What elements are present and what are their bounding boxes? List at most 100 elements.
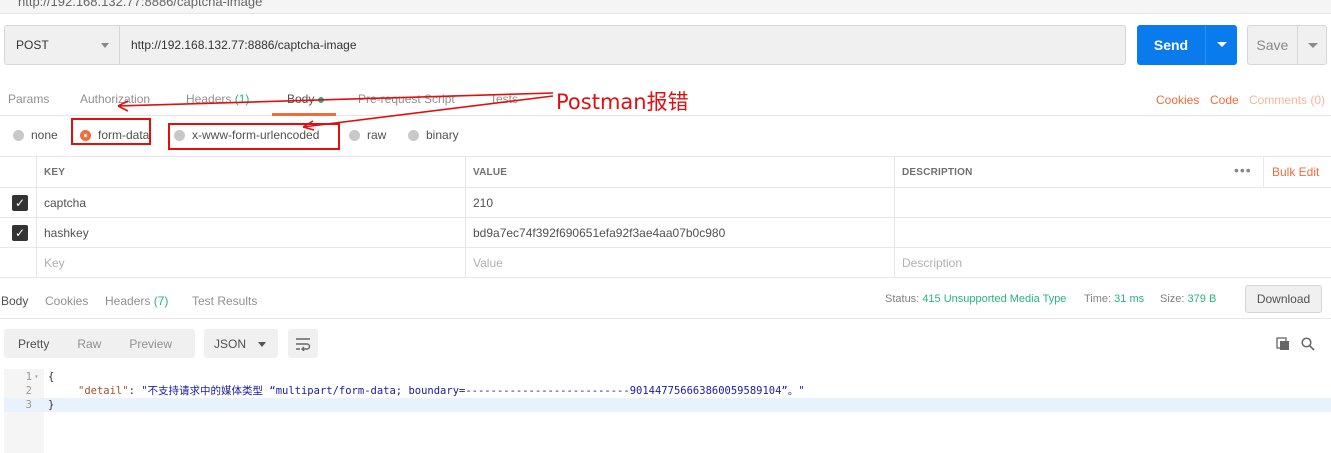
tab-body[interactable]: Body: [287, 92, 325, 106]
checkbox-checked-icon[interactable]: ✓: [12, 224, 28, 241]
response-tabs: Body Cookies Headers (7) Test Results St…: [0, 283, 1331, 319]
status-value: 415 Unsupported Media Type: [922, 293, 1067, 305]
response-body-editor[interactable]: 1 ▾ { 2 "detail": "不支持请求中的媒体类型 “multipar…: [0, 369, 1331, 453]
time-value: 31 ms: [1114, 293, 1145, 305]
method-select[interactable]: POST: [4, 25, 119, 65]
save-button[interactable]: Save: [1247, 25, 1327, 65]
checkbox-column-header: [0, 157, 36, 187]
send-dropdown-button[interactable]: [1205, 25, 1237, 65]
tab-label: Headers: [105, 294, 151, 308]
code-text: }: [48, 399, 55, 411]
table-row-new: Key Value Description: [0, 248, 1331, 278]
line-number: 1: [25, 371, 32, 383]
chevron-down-icon: [101, 43, 109, 48]
tab-pre-request-script[interactable]: Pre-request Script: [358, 92, 455, 106]
key-cell[interactable]: captcha: [36, 188, 465, 217]
tab-headers[interactable]: Headers (1): [186, 92, 249, 106]
table-header: KEY VALUE DESCRIPTION ••• Bulk Edit: [0, 157, 1331, 188]
json-separator: :: [128, 385, 142, 397]
tab-label: Params: [8, 92, 50, 106]
chevron-down-icon: [1307, 43, 1318, 48]
view-mode-group: Pretty Raw Preview: [4, 329, 195, 358]
response-view-toolbar: Pretty Raw Preview JSON: [0, 319, 1331, 369]
save-dropdown-button[interactable]: [1296, 26, 1326, 64]
value-cell[interactable]: bd9a7ec74f392f690651efa92f3ae4aa07b0c980: [465, 218, 894, 247]
radio-label: raw: [367, 128, 387, 142]
response-tab-cookies[interactable]: Cookies: [45, 294, 88, 308]
url-text: http://192.168.132.77:8886/captcha-image: [131, 38, 357, 52]
tab-authorization[interactable]: Authorization: [80, 92, 150, 106]
key-cell[interactable]: hashkey: [36, 218, 465, 247]
tab-label: Authorization: [80, 92, 151, 106]
chevron-down-icon: [1217, 42, 1227, 47]
response-tab-body[interactable]: Body: [1, 294, 28, 308]
annotation-label: Postman报错: [556, 90, 689, 114]
code-link[interactable]: Code: [1210, 93, 1239, 107]
table-row: ✓ captcha 210: [0, 188, 1331, 218]
status-dot-icon: [318, 96, 325, 103]
json-key: "detail": [78, 385, 129, 397]
time-label: Time:: [1084, 293, 1112, 305]
send-label: Send: [1153, 37, 1189, 53]
send-button[interactable]: Send: [1137, 25, 1237, 65]
json-string-value: "不支持请求中的媒体类型 “multipart/form-data; bound…: [141, 385, 805, 397]
size-label: Size:: [1160, 293, 1185, 305]
code-line: 2 "detail": "不支持请求中的媒体类型 “multipart/form…: [4, 384, 1331, 398]
line-number: 2: [25, 385, 32, 397]
comments-link[interactable]: Comments (0): [1249, 93, 1325, 107]
download-button[interactable]: Download: [1245, 285, 1322, 313]
radio-circle-icon: [13, 129, 24, 141]
tab-tests[interactable]: Tests: [490, 92, 518, 106]
value-input[interactable]: Value: [465, 248, 894, 277]
headers-count: (7): [153, 294, 169, 308]
cookies-link[interactable]: Cookies: [1156, 93, 1199, 107]
search-icon[interactable]: [1301, 337, 1315, 351]
radio-none[interactable]: none: [13, 128, 58, 142]
url-input[interactable]: http://192.168.132.77:8886/captcha-image: [119, 25, 1126, 65]
row-checkbox-cell: ✓: [0, 218, 36, 247]
response-size: Size: 379 B: [1160, 293, 1216, 305]
save-label: Save: [1256, 37, 1289, 53]
description-cell[interactable]: [894, 188, 1331, 217]
radio-label: none: [31, 128, 58, 142]
radio-binary[interactable]: binary: [408, 128, 459, 142]
value-cell[interactable]: 210: [465, 188, 894, 217]
checkbox-checked-icon[interactable]: ✓: [12, 194, 28, 211]
format-select[interactable]: JSON: [204, 329, 278, 358]
more-options-icon[interactable]: •••: [1234, 163, 1252, 177]
view-raw[interactable]: Raw: [63, 337, 115, 351]
line-number: 3: [25, 399, 32, 411]
tab-label: Body: [287, 92, 315, 106]
description-input[interactable]: Description: [894, 248, 1331, 277]
wrap-lines-button[interactable]: [288, 329, 318, 358]
chevron-down-icon: [258, 342, 266, 347]
code-line: 1 ▾ {: [4, 370, 1331, 384]
format-label: JSON: [214, 336, 247, 351]
bulk-edit-link[interactable]: Bulk Edit: [1263, 157, 1319, 187]
method-label: POST: [16, 38, 49, 52]
row-checkbox-cell: ✓: [0, 188, 36, 217]
request-bar: POST http://192.168.132.77:8886/captcha-…: [4, 25, 1126, 65]
response-status: Status: 415 Unsupported Media Type: [885, 293, 1066, 305]
top-url-text: http://192.168.132.77:8886/captcha-image: [18, 0, 263, 9]
view-pretty[interactable]: Pretty: [4, 337, 63, 351]
radio-label: binary: [426, 128, 459, 142]
tab-label: Pre-request Script: [358, 92, 455, 106]
tab-label: Headers: [186, 92, 232, 106]
response-tab-test-results[interactable]: Test Results: [192, 294, 257, 308]
radio-raw[interactable]: raw: [349, 128, 386, 142]
copy-icon[interactable]: [1276, 337, 1290, 351]
key-input[interactable]: Key: [36, 248, 465, 277]
annotation-box-form-data: [71, 118, 151, 145]
response-tab-headers[interactable]: Headers (7): [105, 294, 168, 308]
code-text: {: [48, 371, 55, 383]
tab-params[interactable]: Params: [8, 92, 49, 106]
size-value: 379 B: [1187, 293, 1217, 305]
view-preview[interactable]: Preview: [115, 337, 186, 351]
description-cell[interactable]: [894, 218, 1331, 247]
headers-count: (1): [234, 92, 250, 106]
wrap-lines-icon: [296, 337, 311, 351]
response-time: Time: 31 ms: [1084, 293, 1144, 305]
table-row: ✓ hashkey bd9a7ec74f392f690651efa92f3ae4…: [0, 218, 1331, 248]
fold-arrow-icon[interactable]: ▾: [34, 370, 39, 384]
